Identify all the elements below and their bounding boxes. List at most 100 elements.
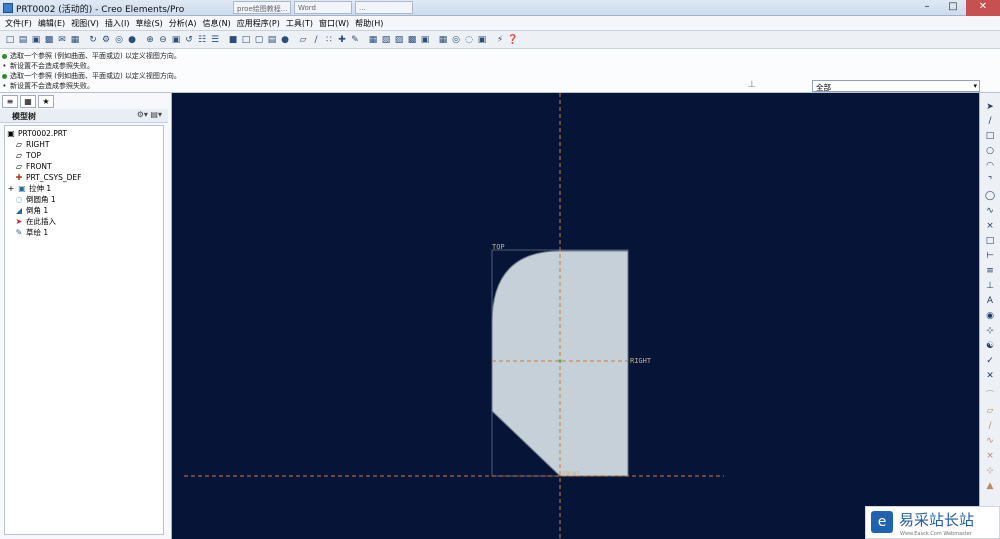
menu-tools[interactable]: 工具(T)	[283, 16, 316, 30]
favorites-tab-icon[interactable]: ★	[38, 95, 54, 108]
menu-view[interactable]: 视图(V)	[68, 16, 102, 30]
merge-icon[interactable]: ▲	[983, 480, 997, 492]
quit-icon[interactable]: ✕	[983, 370, 997, 382]
dimension-icon[interactable]: ⊢	[983, 250, 997, 262]
hidden-line-icon[interactable]: □	[240, 34, 252, 46]
sketch-tool-icon[interactable]: ▦	[367, 34, 379, 46]
menu-analysis[interactable]: 分析(A)	[166, 16, 200, 30]
datum-label-right: RIGHT	[630, 357, 652, 365]
rib-icon[interactable]: ∕	[983, 420, 997, 432]
saved-views-icon[interactable]: ☷	[196, 34, 208, 46]
rectangle-icon[interactable]: □	[983, 130, 997, 142]
tree-item[interactable]: ▱ TOP	[15, 150, 41, 161]
menu-info[interactable]: 信息(N)	[200, 16, 234, 30]
angle-tool-icon[interactable]: ◌	[463, 34, 475, 46]
analysis-tool-icon[interactable]: ▦	[437, 34, 449, 46]
no-hidden-icon[interactable]: ▢	[253, 34, 265, 46]
navigator-tabs: ≡ ▦ ★	[2, 95, 54, 108]
menu-applications[interactable]: 应用程序(P)	[234, 16, 283, 30]
fillet-icon[interactable]: ⌝	[983, 175, 997, 187]
tree-item[interactable]: ▱ RIGHT	[15, 139, 50, 150]
datum-plane-icon: ▱	[15, 151, 23, 160]
menu-help[interactable]: 帮助(H)	[352, 16, 386, 30]
distance-tool-icon[interactable]: ◎	[450, 34, 462, 46]
ellipse-icon[interactable]: ◯	[983, 190, 997, 202]
menu-insert[interactable]: 插入(I)	[102, 16, 133, 30]
circle-icon[interactable]: ○	[983, 145, 997, 157]
select-icon[interactable]: ➤	[983, 101, 997, 113]
menu-sketch[interactable]: 草绘(S)	[132, 16, 165, 30]
zoom-in-icon[interactable]: ⊕	[144, 34, 156, 46]
done-icon[interactable]: ✓	[983, 355, 997, 367]
open-icon[interactable]: ▤	[17, 34, 29, 46]
datum-points-icon[interactable]: ∷	[323, 34, 335, 46]
email-icon[interactable]: ✉	[56, 34, 68, 46]
selection-filter[interactable]: 全部 ▾	[812, 80, 980, 92]
minimize-button[interactable]: –	[914, 0, 940, 16]
mirror-icon[interactable]: ☯	[983, 340, 997, 352]
menu-file[interactable]: 文件(F)	[2, 16, 35, 30]
csys-tool-icon[interactable]: ▣	[419, 34, 431, 46]
shell-icon[interactable]: ▱	[983, 405, 997, 417]
constraint-icon[interactable]: ⊥	[983, 280, 997, 292]
spline-icon[interactable]: ∿	[983, 205, 997, 217]
tree-item[interactable]: ✎ 草绘 1	[15, 227, 49, 238]
layers-icon[interactable]: ☰	[209, 34, 221, 46]
annotation-icon[interactable]: ✎	[349, 34, 361, 46]
taskbar-tab[interactable]: Word	[294, 1, 352, 14]
folder-browser-tab-icon[interactable]: ▦	[20, 95, 36, 108]
datum-planes-icon[interactable]: ▱	[297, 34, 309, 46]
copy-icon[interactable]: ▦	[69, 34, 81, 46]
wireframe-icon[interactable]: ▤	[266, 34, 278, 46]
draft-icon[interactable]: ∿	[983, 435, 997, 447]
arc-icon[interactable]: ◠	[983, 160, 997, 172]
plane-tool-icon[interactable]: ▧	[380, 34, 392, 46]
refit-icon[interactable]: ▣	[170, 34, 182, 46]
context-help-icon[interactable]: ❓	[507, 34, 519, 46]
tree-item[interactable]: ✚ PRT_CSYS_DEF	[15, 172, 82, 183]
regen-manager-icon[interactable]: ⚙	[100, 34, 112, 46]
model-tree-tab-icon[interactable]: ≡	[2, 95, 18, 108]
shading-icon[interactable]: ■	[227, 34, 239, 46]
appearance-icon[interactable]: ●	[126, 34, 138, 46]
point-tool-icon[interactable]: ▩	[406, 34, 418, 46]
reorient-icon[interactable]: ↺	[183, 34, 195, 46]
close-button[interactable]: ✕	[966, 0, 1000, 16]
thermometer-icon: ⊥	[748, 80, 756, 90]
graphics-window[interactable]: TOP RIGHT FRONT	[172, 93, 979, 539]
tree-item[interactable]: ▣ PRT0002.PRT	[7, 128, 67, 139]
area-tool-icon[interactable]: ▣	[476, 34, 488, 46]
maximize-button[interactable]: □	[940, 0, 966, 16]
palette-icon[interactable]: ◉	[983, 310, 997, 322]
tree-item[interactable]: ➤ 在此插入	[15, 216, 56, 227]
print-icon[interactable]: ▩	[43, 34, 55, 46]
find-icon[interactable]: ◎	[113, 34, 125, 46]
style-icon[interactable]: ⚡	[494, 34, 506, 46]
use-edge-icon[interactable]: □	[983, 235, 997, 247]
mirror-feature-icon[interactable]: ⊹	[983, 465, 997, 477]
zoom-out-icon[interactable]: ⊖	[157, 34, 169, 46]
menu-window[interactable]: 窗口(W)	[316, 16, 352, 30]
pattern-icon[interactable]: ×	[983, 450, 997, 462]
axis-tool-icon[interactable]: ▨	[393, 34, 405, 46]
modify-icon[interactable]: ≡	[983, 265, 997, 277]
tree-item[interactable]: ◌ 倒圆角 1	[15, 194, 56, 205]
taskbar-tab[interactable]: proe绘图教程...	[233, 1, 291, 14]
regenerate-icon[interactable]: ↻	[87, 34, 99, 46]
trim-icon[interactable]: ⊹	[983, 325, 997, 337]
text-icon[interactable]: A	[983, 295, 997, 307]
csys-toggle-icon[interactable]: ✚	[336, 34, 348, 46]
tree-item[interactable]: ◢ 倒角 1	[15, 205, 48, 216]
shaded-edges-icon[interactable]: ●	[279, 34, 291, 46]
menu-edit[interactable]: 编辑(E)	[35, 16, 68, 30]
line-icon[interactable]: ∕	[983, 115, 997, 127]
taskbar-tab[interactable]: ...	[355, 1, 413, 14]
new-icon[interactable]: □	[4, 34, 16, 46]
tree-settings-icon[interactable]: ⚙▾ ▤▾	[137, 110, 162, 119]
point-icon[interactable]: ×	[983, 220, 997, 232]
datum-axes-icon[interactable]: ∕	[310, 34, 322, 46]
tree-item[interactable]: + ▣ 拉伸 1	[7, 183, 52, 194]
tree-item[interactable]: ▱ FRONT	[15, 161, 52, 172]
expand-icon[interactable]: +	[7, 184, 15, 193]
save-icon[interactable]: ▣	[30, 34, 42, 46]
